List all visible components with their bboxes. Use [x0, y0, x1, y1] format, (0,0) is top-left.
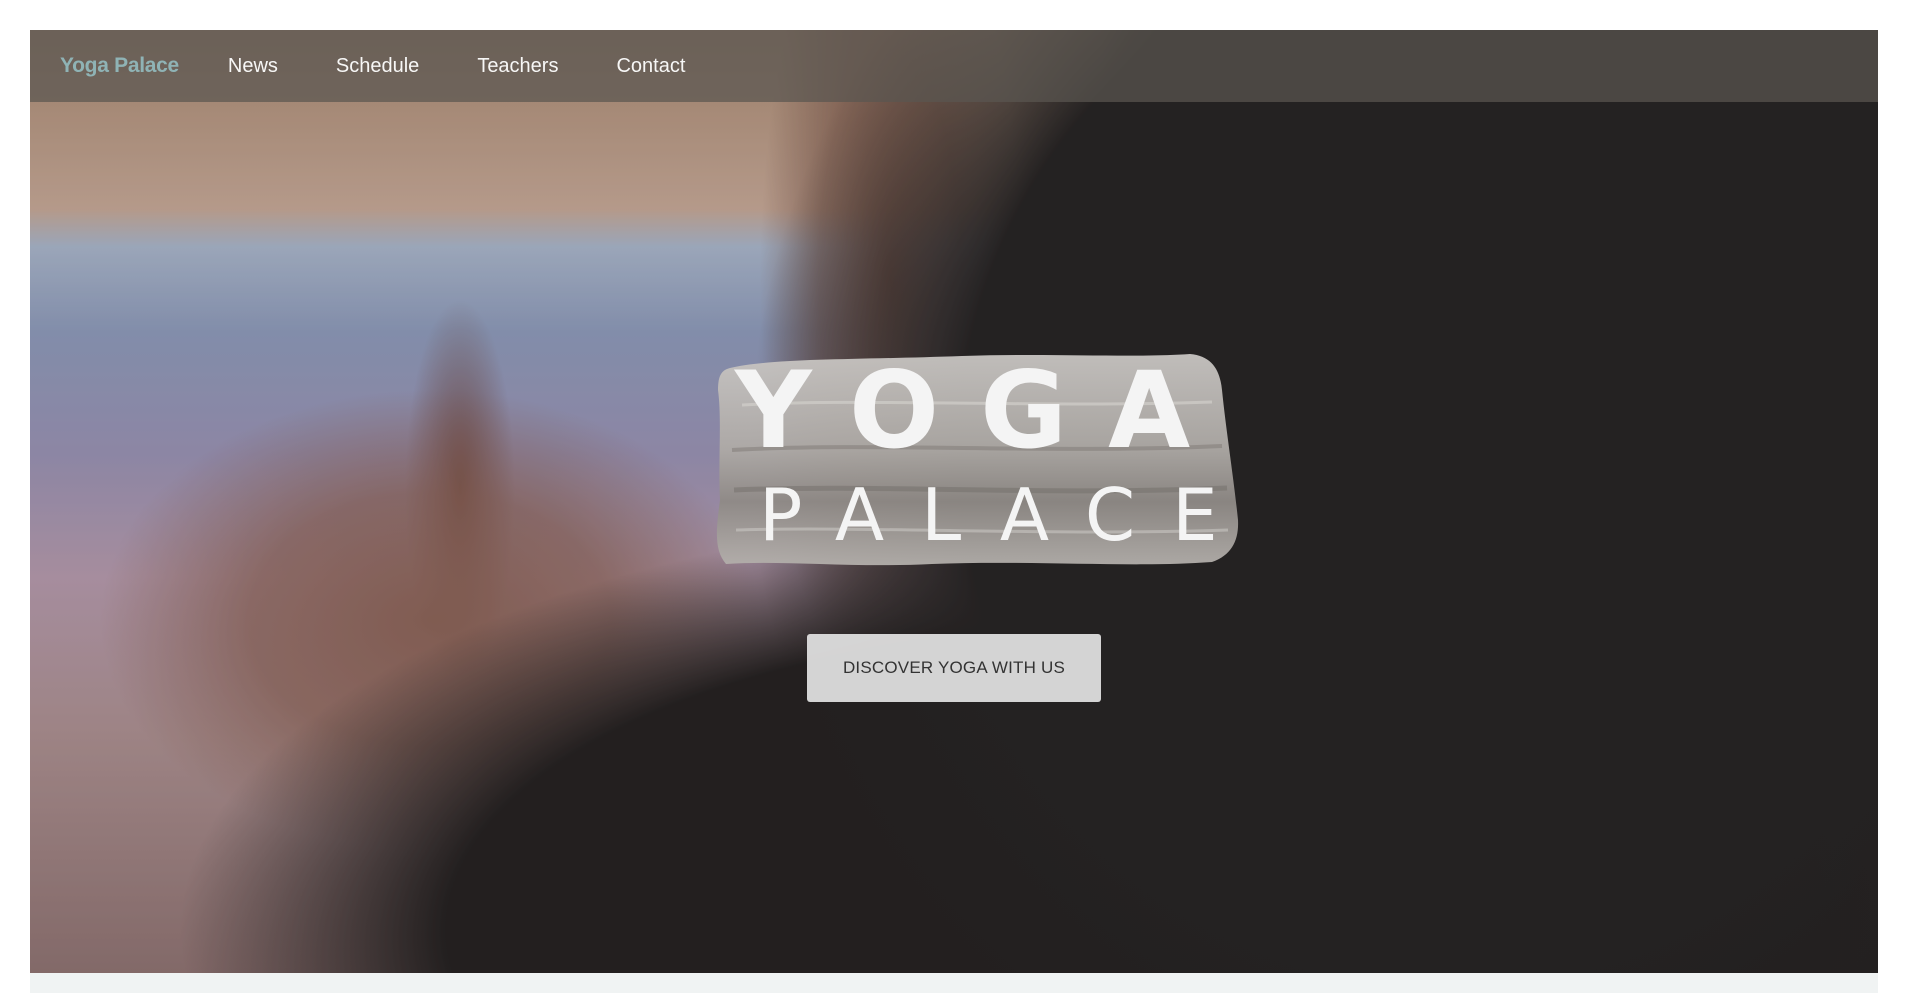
logo-subtitle: PALACE	[759, 473, 1255, 557]
nav-link-teachers[interactable]: Teachers	[448, 55, 587, 78]
nav-link-news[interactable]: News	[199, 55, 307, 78]
next-section-edge	[30, 973, 1878, 993]
discover-yoga-button[interactable]: DISCOVER YOGA WITH US	[807, 634, 1101, 702]
logo-title: YOGA	[735, 349, 1232, 472]
yoga-palace-logo: YOGA PALACE	[685, 322, 1260, 566]
nav-link-schedule[interactable]: Schedule	[307, 55, 448, 78]
nav-link-contact[interactable]: Contact	[587, 55, 714, 78]
top-navbar: Yoga Palace News Schedule Teachers Conta…	[30, 30, 1878, 102]
nav-links: News Schedule Teachers Contact	[199, 55, 715, 78]
brand-link[interactable]: Yoga Palace	[60, 54, 179, 78]
hero-section: Yoga Palace News Schedule Teachers Conta…	[30, 30, 1878, 973]
page: Yoga Palace News Schedule Teachers Conta…	[0, 0, 1908, 993]
